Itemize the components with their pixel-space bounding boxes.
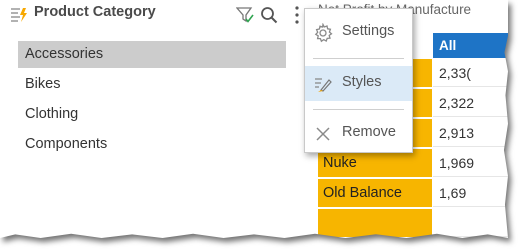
list-item-components[interactable]: Components	[18, 131, 286, 158]
category-filter-icon	[11, 8, 27, 22]
menu-item-remove[interactable]: Remove	[305, 116, 412, 151]
paint-brush-icon	[315, 78, 332, 92]
row-value	[433, 209, 508, 237]
menu-item-label: Remove	[342, 124, 396, 140]
table-row: Old Balance 1,69	[318, 179, 508, 208]
row-name[interactable]: Nuke	[318, 149, 432, 177]
row-value: 1,969	[433, 149, 508, 177]
table-row: Nuke 1,969	[318, 149, 508, 178]
search-icon[interactable]	[260, 6, 278, 24]
filter-check-icon[interactable]	[236, 6, 254, 24]
panel-header: Product Category	[10, 2, 300, 24]
context-menu: Settings Styles Remove	[304, 8, 413, 153]
menu-item-settings[interactable]: Settings	[305, 15, 412, 50]
more-options-icon[interactable]	[294, 5, 300, 25]
row-value: 1,69	[433, 179, 508, 207]
gear-icon	[314, 23, 333, 43]
list-item-clothing[interactable]: Clothing	[18, 101, 286, 128]
menu-divider	[313, 109, 404, 110]
table-row	[318, 209, 508, 238]
menu-item-styles[interactable]: Styles	[305, 66, 412, 101]
menu-divider	[313, 58, 404, 59]
widget-canvas: Product Category Accessories Bikes Cloth…	[0, 0, 508, 238]
row-value: 2,33(	[433, 59, 508, 87]
row-name[interactable]: Old Balance	[318, 179, 432, 207]
row-name[interactable]	[318, 209, 432, 237]
menu-item-label: Settings	[342, 23, 395, 39]
menu-item-label: Styles	[342, 74, 382, 90]
panel-title: Product Category	[34, 4, 156, 20]
column-header-all[interactable]: All	[433, 33, 508, 58]
list-item-bikes[interactable]: Bikes	[18, 71, 286, 98]
row-value: 2,913	[433, 119, 508, 147]
x-icon	[316, 127, 330, 141]
category-list: Accessories Bikes Clothing Components	[18, 41, 286, 161]
list-item-accessories[interactable]: Accessories	[18, 41, 286, 68]
row-value: 2,322	[433, 89, 508, 117]
